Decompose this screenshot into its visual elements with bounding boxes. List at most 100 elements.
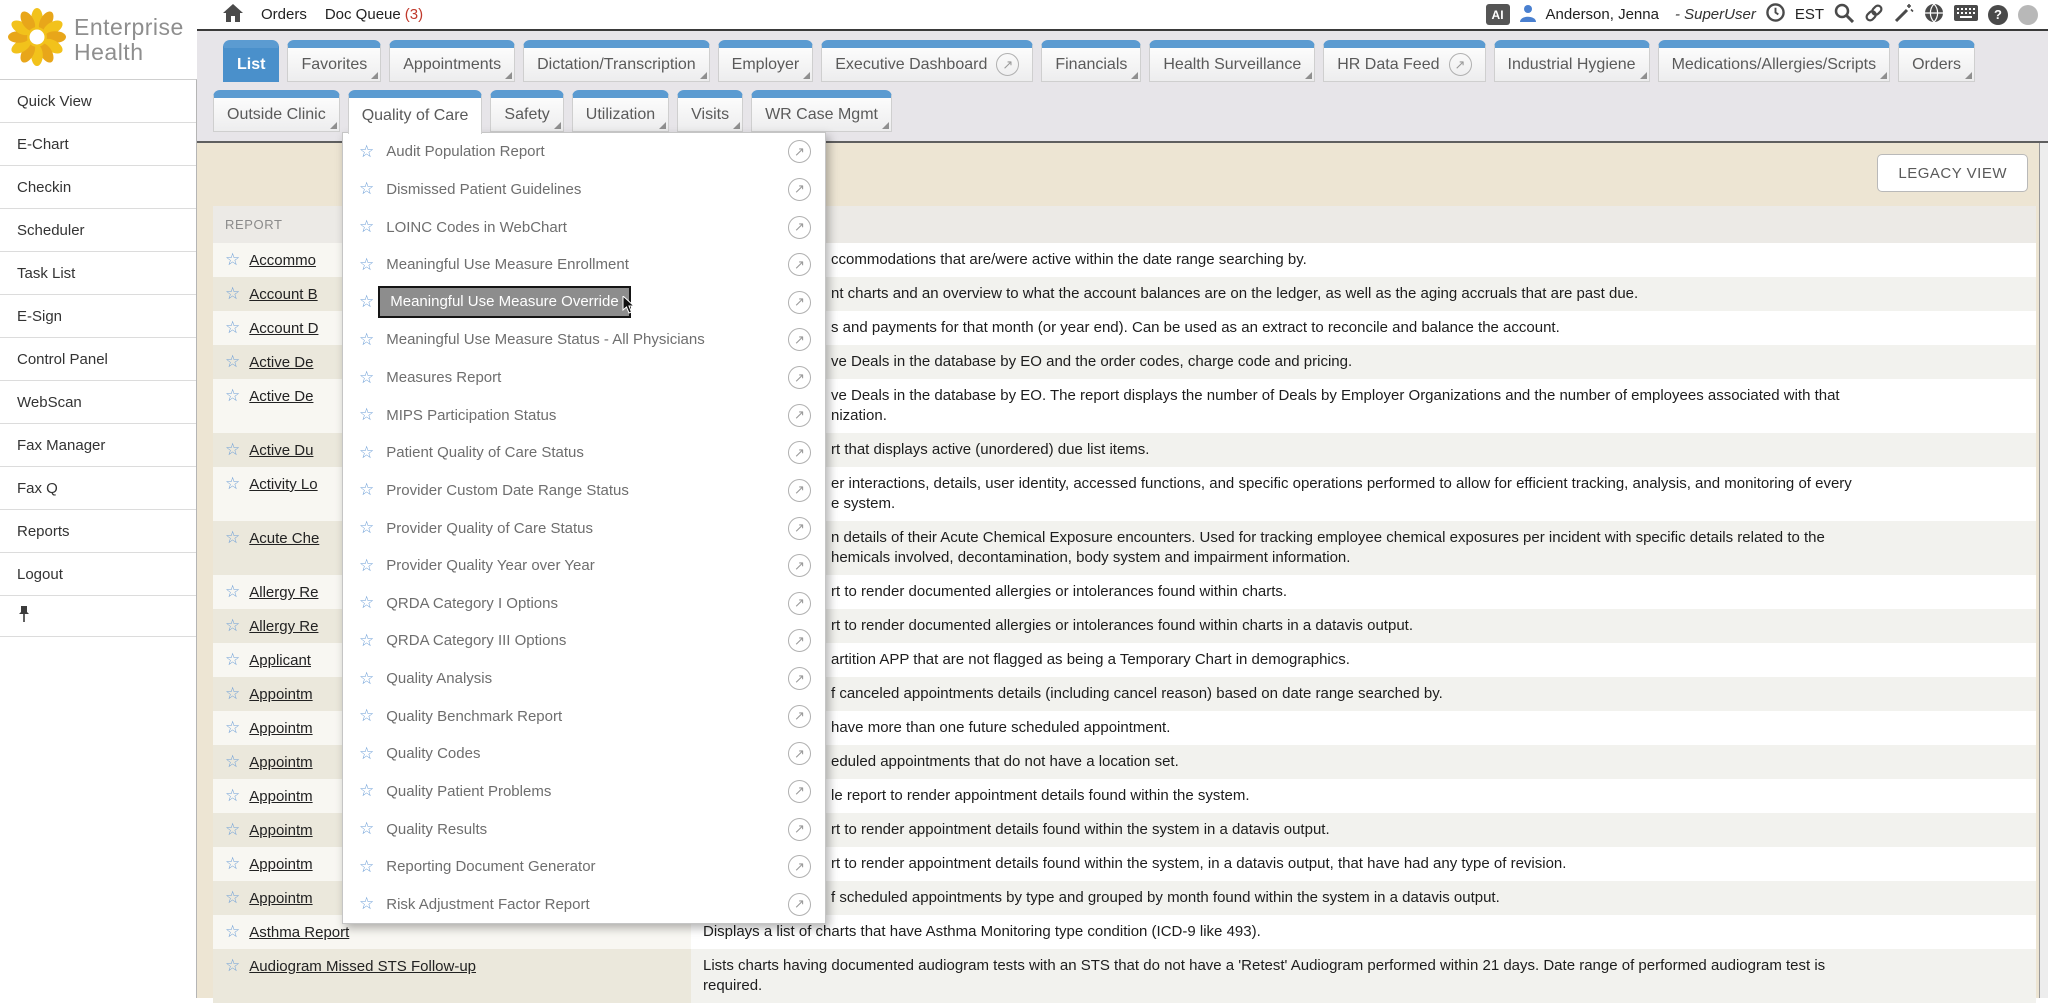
report-link[interactable]: Appointm bbox=[249, 788, 312, 805]
sidebar-item[interactable]: Quick View bbox=[0, 80, 196, 123]
keyboard-icon[interactable] bbox=[1954, 5, 1978, 25]
favorite-star-icon[interactable] bbox=[359, 706, 374, 726]
dropdown-item[interactable]: Meaningful Use Measure Override bbox=[343, 284, 825, 322]
tab-item[interactable]: Health Surveillance bbox=[1149, 40, 1315, 82]
vertical-scrollbar[interactable] bbox=[2039, 143, 2048, 998]
report-link[interactable]: Active De bbox=[249, 354, 313, 371]
sidebar-item[interactable]: Fax Manager bbox=[0, 424, 196, 467]
report-link[interactable]: Active De bbox=[249, 388, 313, 405]
tab-item[interactable]: Safety bbox=[490, 90, 563, 132]
tab-item[interactable]: Dictation/Transcription bbox=[523, 40, 710, 82]
orders-link[interactable]: Orders bbox=[261, 6, 307, 23]
clock-icon[interactable] bbox=[1766, 3, 1785, 26]
favorite-star-icon[interactable] bbox=[359, 781, 374, 801]
favorite-star-icon[interactable] bbox=[225, 440, 240, 459]
report-link[interactable]: Appointm bbox=[249, 822, 312, 839]
legacy-view-button[interactable]: LEGACY VIEW bbox=[1877, 154, 2028, 192]
dropdown-item[interactable]: Provider Custom Date Range Status bbox=[343, 472, 825, 510]
sidebar-item[interactable]: WebScan bbox=[0, 381, 196, 424]
favorite-star-icon[interactable] bbox=[225, 318, 240, 337]
report-link[interactable]: Acute Che bbox=[249, 530, 319, 547]
favorite-star-icon[interactable] bbox=[225, 888, 240, 907]
sidebar-item[interactable]: Task List bbox=[0, 252, 196, 295]
report-link[interactable]: Asthma Report bbox=[249, 924, 349, 941]
dropdown-item[interactable]: Audit Population Report bbox=[343, 133, 825, 171]
tab-item[interactable]: Appointments bbox=[389, 40, 515, 82]
favorite-star-icon[interactable] bbox=[225, 684, 240, 703]
sidebar-item[interactable]: E-Chart bbox=[0, 123, 196, 166]
open-in-new-icon[interactable] bbox=[788, 441, 811, 464]
report-link[interactable]: Appointm bbox=[249, 856, 312, 873]
avatar-circle[interactable] bbox=[2018, 5, 2038, 25]
open-in-new-icon[interactable] bbox=[788, 705, 811, 728]
favorite-star-icon[interactable] bbox=[225, 718, 240, 737]
dropdown-item[interactable]: Meaningful Use Measure Status - All Phys… bbox=[343, 321, 825, 359]
report-link[interactable]: Appointm bbox=[249, 686, 312, 703]
tab-item[interactable]: WR Case Mgmt bbox=[751, 90, 892, 132]
favorite-star-icon[interactable] bbox=[359, 179, 374, 199]
home-icon[interactable] bbox=[223, 4, 243, 26]
report-link[interactable]: Activity Lo bbox=[249, 476, 317, 493]
tab-item[interactable]: Industrial Hygiene bbox=[1494, 40, 1650, 82]
favorite-star-icon[interactable] bbox=[225, 956, 240, 975]
open-in-new-icon[interactable] bbox=[788, 780, 811, 803]
report-link[interactable]: Account D bbox=[249, 320, 318, 337]
favorite-star-icon[interactable] bbox=[359, 593, 374, 613]
tab-item[interactable]: Utilization bbox=[572, 90, 669, 132]
dropdown-item[interactable]: Provider Quality of Care Status bbox=[343, 509, 825, 547]
open-in-new-icon[interactable] bbox=[788, 178, 811, 201]
favorite-star-icon[interactable] bbox=[359, 405, 374, 425]
favorite-star-icon[interactable] bbox=[225, 528, 240, 547]
open-in-new-icon[interactable] bbox=[788, 479, 811, 502]
sidebar-item[interactable]: Control Panel bbox=[0, 338, 196, 381]
favorite-star-icon[interactable] bbox=[359, 292, 374, 312]
favorite-star-icon[interactable] bbox=[225, 284, 240, 303]
favorite-star-icon[interactable] bbox=[225, 752, 240, 771]
favorite-star-icon[interactable] bbox=[359, 819, 374, 839]
favorite-star-icon[interactable] bbox=[359, 142, 374, 162]
open-in-new-icon[interactable] bbox=[788, 667, 811, 690]
open-in-new-icon[interactable] bbox=[788, 291, 811, 314]
dropdown-item[interactable]: QRDA Category I Options bbox=[343, 585, 825, 623]
tab-item[interactable]: Outside Clinic bbox=[213, 90, 340, 132]
sidebar-item[interactable]: Checkin bbox=[0, 166, 196, 209]
favorite-star-icon[interactable] bbox=[359, 744, 374, 764]
report-link[interactable]: Audiogram Missed STS Follow-up bbox=[249, 958, 476, 975]
favorite-star-icon[interactable] bbox=[359, 330, 374, 350]
search-icon[interactable] bbox=[1834, 3, 1854, 27]
tab-item[interactable]: Medications/Allergies/Scripts bbox=[1658, 40, 1891, 82]
open-in-new-icon[interactable] bbox=[788, 140, 811, 163]
tab-item[interactable]: Financials bbox=[1041, 40, 1141, 82]
dropdown-item[interactable]: Quality Patient Problems bbox=[343, 773, 825, 811]
favorite-star-icon[interactable] bbox=[225, 820, 240, 839]
favorite-star-icon[interactable] bbox=[225, 386, 240, 405]
sidebar-item[interactable]: Scheduler bbox=[0, 209, 196, 252]
dropdown-item[interactable]: Quality Benchmark Report bbox=[343, 697, 825, 735]
sidebar-item[interactable]: Fax Q bbox=[0, 467, 196, 510]
favorite-star-icon[interactable] bbox=[225, 250, 240, 269]
user-name[interactable]: Anderson, Jenna bbox=[1546, 6, 1659, 23]
dropdown-item[interactable]: Quality Results bbox=[343, 810, 825, 848]
doc-queue-link[interactable]: Doc Queue(3) bbox=[325, 6, 423, 23]
dropdown-item[interactable]: Quality Analysis bbox=[343, 660, 825, 698]
sidebar-pin[interactable] bbox=[0, 596, 196, 637]
favorite-star-icon[interactable] bbox=[359, 669, 374, 689]
report-link[interactable]: Applicant bbox=[249, 652, 311, 669]
open-in-new-icon[interactable] bbox=[788, 592, 811, 615]
dropdown-item[interactable]: Provider Quality Year over Year bbox=[343, 547, 825, 585]
dropdown-item[interactable]: QRDA Category III Options bbox=[343, 622, 825, 660]
dropdown-item[interactable]: MIPS Participation Status bbox=[343, 396, 825, 434]
report-link[interactable]: Account B bbox=[249, 286, 317, 303]
favorite-star-icon[interactable] bbox=[225, 616, 240, 635]
open-in-new-icon[interactable] bbox=[788, 253, 811, 276]
open-in-new-icon[interactable] bbox=[788, 818, 811, 841]
dropdown-item[interactable]: Risk Adjustment Factor Report bbox=[343, 886, 825, 924]
favorite-star-icon[interactable] bbox=[225, 650, 240, 669]
dropdown-item[interactable]: LOINC Codes in WebChart bbox=[343, 208, 825, 246]
sidebar-item[interactable]: Logout bbox=[0, 553, 196, 596]
open-in-new-icon[interactable] bbox=[788, 893, 811, 916]
report-link[interactable]: Active Du bbox=[249, 442, 313, 459]
dropdown-item[interactable]: Patient Quality of Care Status bbox=[343, 434, 825, 472]
open-in-new-icon[interactable] bbox=[788, 517, 811, 540]
report-link[interactable]: Allergy Re bbox=[249, 618, 318, 635]
